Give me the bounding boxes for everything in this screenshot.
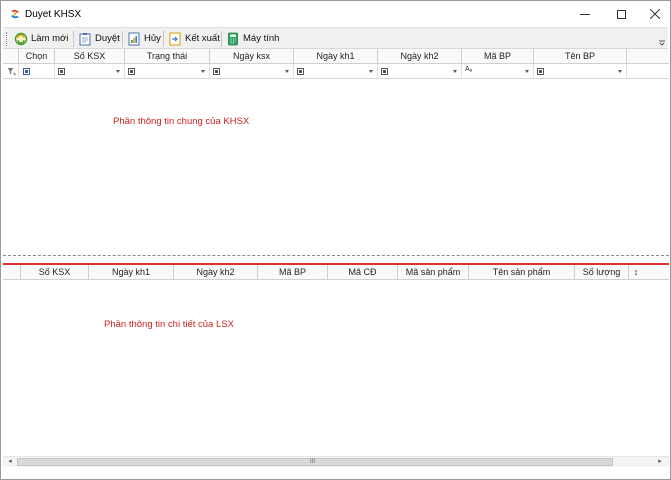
maximize-icon — [616, 9, 626, 19]
export-icon — [169, 32, 181, 45]
column-header-ma-bp[interactable]: Mã BP — [462, 49, 534, 64]
plan-grid-header: Chọn Số KSX Trạng thái Ngày ksx Ngày kh1… — [3, 49, 669, 64]
filter-ngay-kh2[interactable] — [378, 64, 462, 79]
filter-ma-bp[interactable]: Aₐ — [462, 64, 534, 79]
column-header-so-ksx[interactable]: Số KSX — [55, 49, 125, 64]
column-header-ten-san-pham[interactable]: Tên sản phẩm — [469, 265, 575, 280]
filter-row-indicator — [3, 64, 19, 79]
column-chooser-button[interactable]: ↕ — [629, 265, 643, 280]
filter-operator-icon[interactable] — [128, 68, 135, 75]
row-indicator-header — [3, 49, 19, 64]
row-indicator-header — [3, 265, 21, 280]
maximize-button[interactable] — [603, 1, 639, 27]
chevron-down-icon[interactable] — [453, 70, 457, 73]
column-header-chon[interactable]: Chọn — [19, 49, 55, 64]
calculator-icon — [228, 32, 238, 45]
column-header-ten-bp[interactable]: Tên BP — [534, 49, 627, 64]
cancel-button[interactable]: Hủy — [124, 29, 164, 48]
scrollbar-thumb[interactable]: III — [17, 458, 613, 466]
column-header-so-luong[interactable]: Số lượng — [575, 265, 629, 280]
refresh-icon — [14, 32, 28, 45]
detail-grid-header: Số KSX Ngày kh1 Ngày kh2 Mã BP Mã CĐ Mã … — [3, 265, 669, 280]
export-button-label: Kết xuất — [185, 33, 220, 44]
column-header-ngay-ksx[interactable]: Ngày ksx — [210, 49, 294, 64]
column-header-ngay-kh2[interactable]: Ngày kh2 — [174, 265, 258, 280]
minimize-button[interactable] — [567, 1, 603, 27]
clipboard-icon — [79, 32, 91, 45]
chevron-down-icon[interactable] — [525, 70, 529, 73]
column-header-ma-san-pham[interactable]: Mã sản phẩm — [398, 265, 469, 280]
column-header-ma-bp[interactable]: Mã BP — [258, 265, 328, 280]
column-header-ngay-kh2[interactable]: Ngày kh2 — [378, 49, 462, 64]
filter-operator-icon[interactable] — [297, 68, 304, 75]
plan-grid-filter-row: Aₐ — [3, 64, 669, 79]
calculator-button[interactable]: Máy tính — [223, 29, 282, 48]
toolbar-overflow-icon[interactable] — [658, 32, 666, 46]
chart-icon — [128, 32, 140, 45]
title-bar: Duyet KHSX — [1, 1, 670, 27]
cancel-button-label: Hủy — [144, 33, 161, 44]
filter-operator-icon[interactable] — [537, 68, 544, 75]
column-header-ngay-kh1[interactable]: Ngày kh1 — [89, 265, 174, 280]
close-icon — [650, 9, 660, 19]
filter-icon — [7, 68, 16, 76]
column-header-ngay-kh1[interactable]: Ngày kh1 — [294, 49, 378, 64]
close-button[interactable] — [637, 1, 671, 27]
filter-so-ksx[interactable] — [55, 64, 125, 79]
filter-operator-icon[interactable] — [58, 68, 65, 75]
plan-grid: Chọn Số KSX Trạng thái Ngày ksx Ngày kh1… — [3, 49, 669, 256]
chevron-down-icon[interactable] — [116, 70, 120, 73]
plan-grid-note: Phần thông tin chung của KHSX — [113, 116, 250, 127]
approve-button[interactable]: Duyệt — [75, 29, 123, 48]
scroll-right-icon[interactable]: ▸ — [655, 457, 665, 467]
detail-grid: Số KSX Ngày kh1 Ngày kh2 Mã BP Mã CĐ Mã … — [3, 265, 669, 455]
chevron-down-icon[interactable] — [201, 70, 205, 73]
toolbar-separator — [122, 31, 123, 47]
text-filter-icon[interactable]: Aₐ — [465, 66, 472, 73]
export-button[interactable]: Kết xuất — [165, 29, 223, 48]
chevron-down-icon[interactable] — [285, 70, 289, 73]
toolbar-separator — [221, 31, 222, 47]
scroll-left-icon[interactable]: ◂ — [5, 457, 15, 467]
detail-grid-note: Phần thông tin chi tiết của LSX — [104, 319, 234, 330]
window-title: Duyet KHSX — [25, 9, 82, 20]
filter-operator-icon[interactable] — [381, 68, 388, 75]
filter-trang-thai[interactable] — [125, 64, 210, 79]
refresh-button-label: Làm mới — [31, 33, 69, 44]
horizontal-scrollbar[interactable]: ◂ III ▸ — [3, 456, 669, 467]
chevron-down-icon[interactable] — [618, 70, 622, 73]
filter-chon[interactable] — [19, 64, 55, 79]
minimize-icon — [580, 13, 590, 15]
column-header-trang-thai[interactable]: Trạng thái — [125, 49, 210, 64]
scrollbar-grip: III — [310, 459, 316, 465]
chevron-down-icon[interactable] — [369, 70, 373, 73]
app-icon — [11, 9, 19, 19]
toolbar: Làm mới Duyệt Hủy Kết xuất Máy tính — [3, 27, 668, 49]
filter-ten-bp[interactable] — [534, 64, 627, 79]
filter-checkbox[interactable] — [23, 68, 30, 75]
calculator-button-label: Máy tính — [243, 33, 280, 44]
column-header-so-ksx[interactable]: Số KSX — [21, 265, 89, 280]
column-header-ma-cd[interactable]: Mã CĐ — [328, 265, 398, 280]
toolbar-separator — [73, 31, 74, 47]
toolbar-grip[interactable] — [6, 32, 9, 46]
filter-ngay-kh1[interactable] — [294, 64, 378, 79]
main-window: Duyet KHSX Làm mới Duyệt Hủy Kết xuất Má… — [0, 0, 671, 480]
approve-button-label: Duyệt — [95, 33, 120, 44]
refresh-button[interactable]: Làm mới — [11, 29, 71, 48]
filter-operator-icon[interactable] — [213, 68, 220, 75]
filter-ngay-ksx[interactable] — [210, 64, 294, 79]
toolbar-separator — [163, 31, 164, 47]
